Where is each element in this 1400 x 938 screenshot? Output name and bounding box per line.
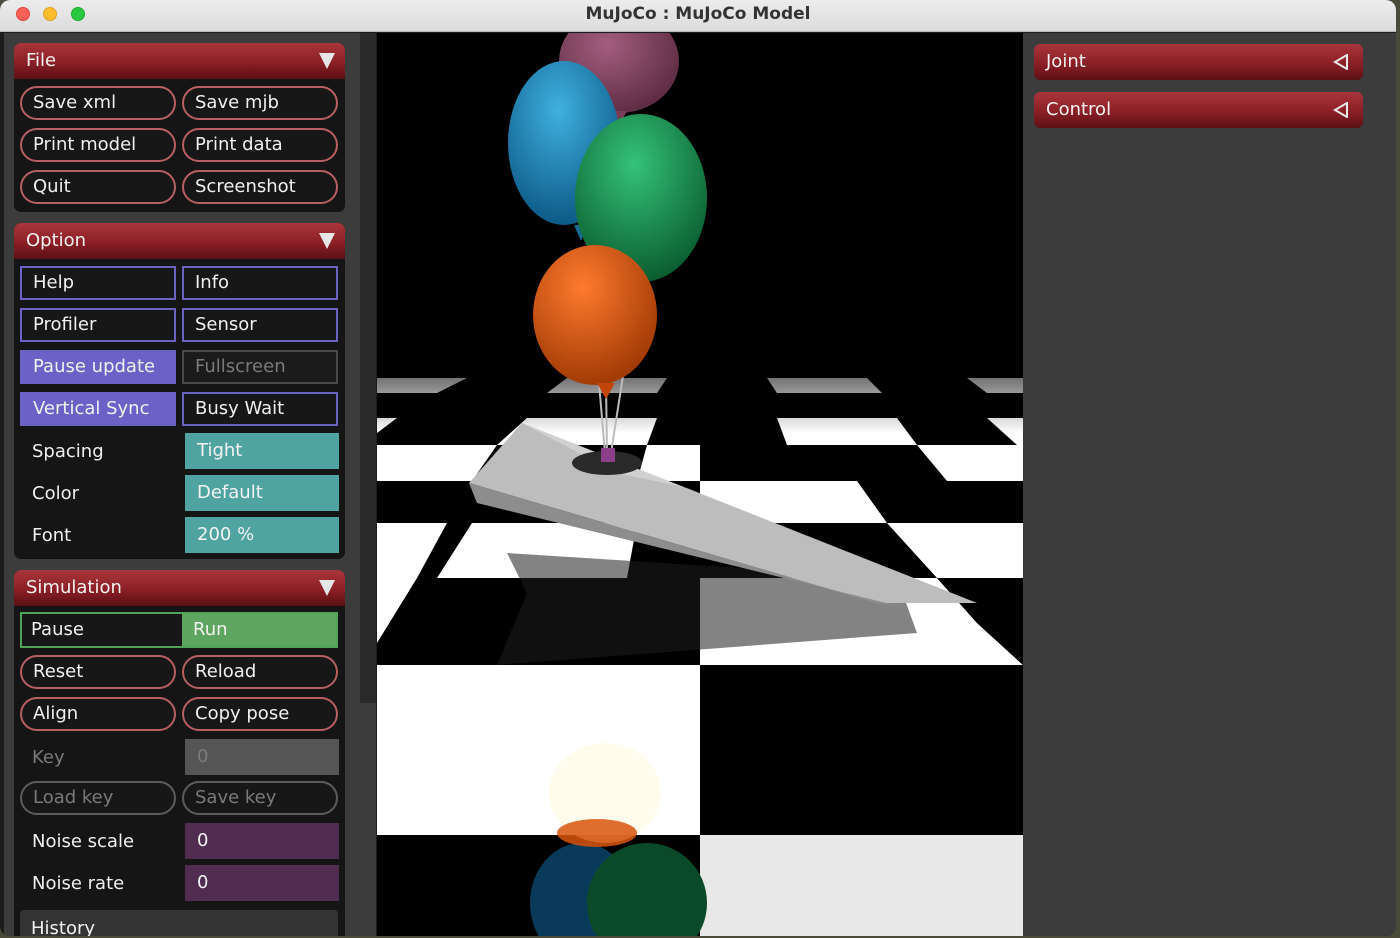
sensor-toggle[interactable]: Sensor [182, 308, 338, 342]
collapse-triangle-icon [319, 53, 335, 69]
align-button[interactable]: Align [20, 697, 176, 731]
print-model-button[interactable]: Print model [20, 128, 176, 162]
control-section-title: Control [1046, 99, 1112, 120]
help-toggle[interactable]: Help [20, 266, 176, 300]
orange-reflection [557, 819, 637, 847]
option-section-title: Option [26, 230, 87, 251]
key-input[interactable]: 0 [185, 739, 339, 775]
expand-triangle-icon [1333, 102, 1348, 118]
expand-triangle-icon [1333, 54, 1348, 70]
noise-scale-label: Noise scale [32, 831, 135, 852]
spacing-select[interactable]: Tight [185, 433, 339, 469]
print-data-button[interactable]: Print data [182, 128, 338, 162]
key-label: Key [32, 747, 65, 768]
busy-wait-toggle[interactable]: Busy Wait [182, 392, 338, 426]
save-xml-button[interactable]: Save xml [20, 86, 176, 120]
file-section-header[interactable]: File [14, 43, 345, 79]
collapse-triangle-icon [319, 580, 335, 596]
screenshot-button[interactable]: Screenshot [182, 170, 338, 204]
run-radio-option[interactable]: Run [182, 614, 336, 646]
simulation-section-title: Simulation [26, 577, 122, 598]
noise-rate-label: Noise rate [32, 873, 125, 894]
noise-rate-input[interactable]: 0 [185, 865, 339, 901]
left-panel-scroll-thumb[interactable] [360, 33, 376, 703]
simulation-viewport[interactable] [377, 33, 1023, 936]
reset-button[interactable]: Reset [20, 655, 176, 689]
joint-section-title: Joint [1046, 51, 1086, 72]
left-ui-panel: File Save xml Save mjb Print model Print… [4, 33, 376, 936]
save-key-button[interactable]: Save key [182, 781, 338, 815]
file-section-title: File [26, 50, 57, 71]
joint-section-header[interactable]: Joint [1034, 44, 1363, 80]
color-select[interactable]: Default [185, 475, 339, 511]
scene-render [377, 33, 1023, 936]
vertical-sync-toggle[interactable]: Vertical Sync [20, 392, 176, 426]
font-label: Font [32, 525, 72, 546]
file-section: File Save xml Save mjb Print model Print… [14, 43, 345, 212]
option-section: Option Help Info Profiler Sensor Pause u… [14, 223, 345, 559]
balloon-anchor [601, 448, 615, 462]
save-mjb-button[interactable]: Save mjb [182, 86, 338, 120]
control-section-header[interactable]: Control [1034, 92, 1363, 128]
mujoco-window: MuJoCo : MuJoCo Model File Save xml Save… [0, 0, 1396, 936]
history-slider[interactable]: History [20, 910, 338, 936]
font-select[interactable]: 200 % [185, 517, 339, 553]
option-section-header[interactable]: Option [14, 223, 345, 259]
quit-button[interactable]: Quit [20, 170, 176, 204]
right-ui-panel: Joint Control [1023, 33, 1396, 936]
load-key-button[interactable]: Load key [20, 781, 176, 815]
info-toggle[interactable]: Info [182, 266, 338, 300]
simulation-section-header[interactable]: Simulation [14, 570, 345, 606]
simulation-section: Simulation Pause Run Reset Reload Align … [14, 570, 345, 936]
collapse-triangle-icon [319, 233, 335, 249]
window-title: MuJoCo : MuJoCo Model [585, 4, 811, 24]
reload-button[interactable]: Reload [182, 655, 338, 689]
pause-run-radio: Pause Run [20, 612, 338, 648]
pause-radio-option[interactable]: Pause [22, 614, 182, 646]
color-label: Color [32, 483, 79, 504]
spacing-label: Spacing [32, 441, 104, 462]
pause-update-toggle[interactable]: Pause update [20, 350, 176, 384]
history-label: History [31, 918, 96, 936]
noise-scale-input[interactable]: 0 [185, 823, 339, 859]
copy-pose-button[interactable]: Copy pose [182, 697, 338, 731]
fullscreen-toggle[interactable]: Fullscreen [182, 350, 338, 384]
orange-balloon [533, 245, 657, 385]
title-bar: MuJoCo : MuJoCo Model [0, 0, 1396, 32]
profiler-toggle[interactable]: Profiler [20, 308, 176, 342]
